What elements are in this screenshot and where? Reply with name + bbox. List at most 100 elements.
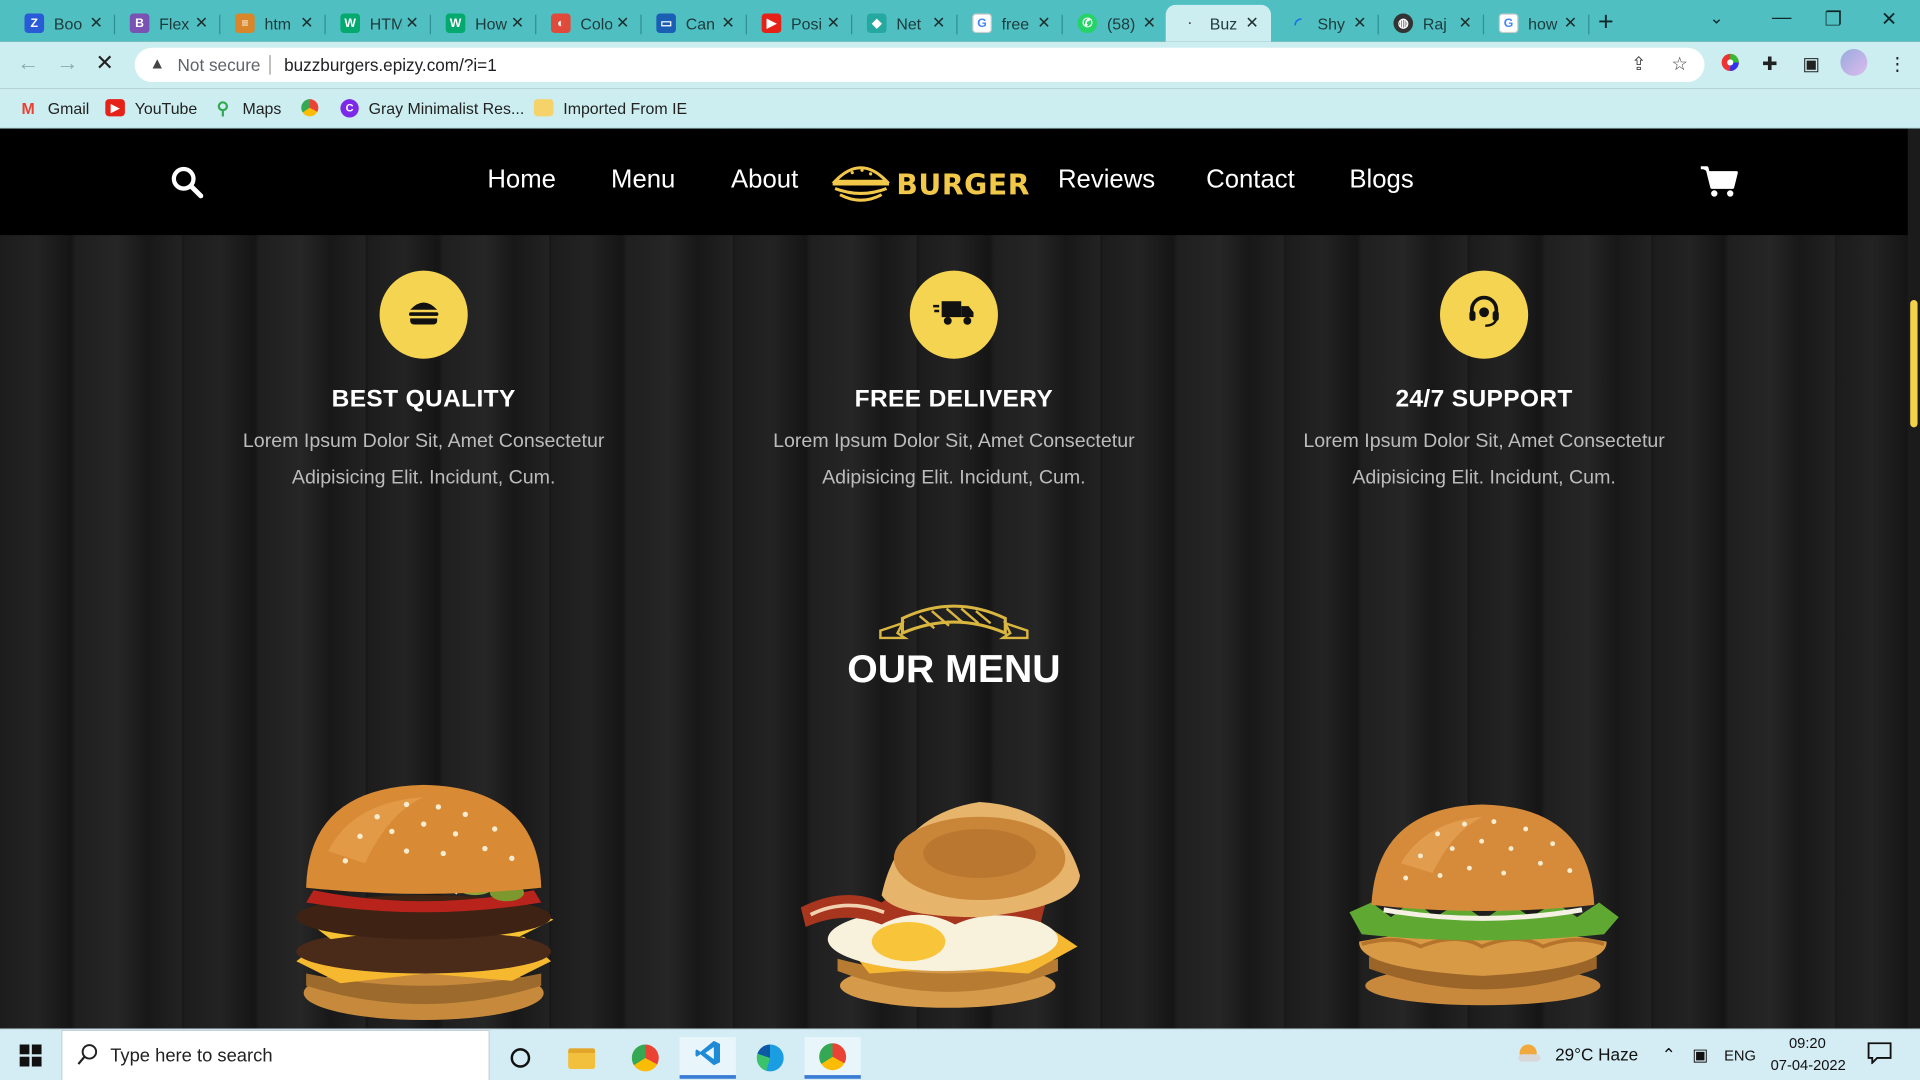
feature-text: Adipisicing Elit. Incidunt, Cum. — [1352, 467, 1616, 489]
nav-contact[interactable]: Contact — [1206, 165, 1295, 194]
browser-tab[interactable]: Z Boo ✕ — [10, 5, 116, 42]
weather-text[interactable]: 29°C Haze — [1555, 1044, 1638, 1064]
windows-start-icon[interactable] — [19, 1044, 42, 1072]
bookmark-folder[interactable]: Imported From IE — [533, 97, 687, 119]
close-tab-icon[interactable]: ✕ — [932, 13, 945, 33]
cheeseburger-image — [296, 784, 554, 1021]
browser-tab[interactable]: Ghow ✕ — [1484, 5, 1590, 42]
browser-toolbar: ← → ✕ ▲ Not secure buzzburgers.epizy.com… — [0, 41, 1920, 89]
browser-tab[interactable]: ◍ Raj ✕ — [1379, 5, 1485, 42]
close-tab-icon[interactable]: ✕ — [195, 13, 208, 33]
close-tab-icon[interactable]: ✕ — [511, 13, 524, 33]
tab-title: how — [1528, 14, 1558, 33]
close-tab-icon[interactable]: ✕ — [1143, 13, 1156, 33]
close-tab-icon[interactable]: ✕ — [1353, 13, 1366, 33]
search-icon[interactable] — [170, 165, 204, 205]
nav-reviews[interactable]: Reviews — [1058, 165, 1155, 194]
close-tab-icon[interactable]: ✕ — [405, 13, 418, 33]
bookmark-youtube[interactable]: ▶ YouTube — [105, 97, 197, 119]
browser-tab[interactable]: ◆ Net ✕ — [852, 5, 958, 42]
side-panel-icon[interactable]: ▣ — [1802, 53, 1819, 75]
forward-icon[interactable]: → — [56, 50, 78, 76]
close-tab-icon[interactable]: ✕ — [1037, 13, 1050, 33]
palette-icon: ◐ — [551, 13, 571, 34]
clock-time[interactable]: 09:20 — [1789, 1035, 1826, 1052]
bookmark-maps[interactable]: ⚲ Maps — [213, 97, 282, 119]
clock-date[interactable]: 07-04-2022 — [1771, 1057, 1846, 1074]
feature-title: 24/7 SUPPORT — [1395, 385, 1573, 413]
browser-tab[interactable]: W HTM ✕ — [326, 5, 432, 42]
language-indicator[interactable]: ENG — [1724, 1047, 1756, 1064]
task-view-button[interactable] — [492, 1037, 548, 1079]
taskbar-file-explorer[interactable] — [553, 1037, 609, 1079]
close-tab-icon[interactable]: ✕ — [616, 13, 629, 33]
extensions-puzzle-icon[interactable]: ✚ — [1762, 53, 1777, 75]
menu-item-breakfast-sandwich[interactable] — [796, 790, 1090, 1019]
taskbar-chrome-active[interactable] — [804, 1037, 861, 1079]
share-icon[interactable]: ⇪ — [1631, 53, 1646, 75]
taskbar-chrome[interactable] — [617, 1037, 673, 1079]
bookmark-gmail[interactable]: M Gmail — [18, 97, 90, 119]
menu-item-chicken-burger[interactable] — [1347, 800, 1619, 1017]
monitor-icon: ▭ — [656, 13, 676, 34]
notifications-icon[interactable] — [1867, 1042, 1892, 1068]
address-bar[interactable]: ▲ Not secure buzzburgers.epizy.com/?i=1 … — [134, 47, 1705, 83]
close-tab-icon[interactable]: ✕ — [721, 13, 734, 33]
cart-icon[interactable] — [1700, 164, 1739, 204]
close-tab-icon[interactable]: ✕ — [1564, 13, 1577, 33]
tab-search-icon[interactable]: ⌄ — [1709, 7, 1723, 28]
site-logo[interactable]: BURGER — [830, 162, 1030, 210]
nav-about[interactable]: About — [731, 165, 798, 194]
feature-free-delivery: FREE DELIVERY Lorem Ipsum Dolor Sit, Ame… — [746, 270, 1162, 498]
restore-icon[interactable]: ❐ — [1824, 7, 1842, 31]
browser-tab[interactable]: ◐ Colo ✕ — [536, 5, 642, 42]
nav-blogs[interactable]: Blogs — [1349, 165, 1413, 194]
browser-tab[interactable]: B Flex ✕ — [115, 5, 221, 42]
browser-tab[interactable]: ✆ (58) ✕ — [1063, 5, 1168, 42]
nav-home[interactable]: Home — [487, 165, 556, 194]
close-tab-icon[interactable]: ✕ — [300, 13, 313, 33]
close-tab-icon[interactable]: ✕ — [1245, 13, 1258, 33]
youtube-icon: ▶ — [761, 13, 782, 34]
folder-icon — [568, 1047, 596, 1069]
color-picker-extension-icon[interactable] — [1720, 53, 1740, 77]
browser-tab[interactable]: W How ✕ — [431, 5, 537, 42]
minimize-icon[interactable]: — — [1772, 7, 1792, 29]
egg-sandwich-image — [800, 802, 1081, 1008]
tray-chevron-icon[interactable]: ⌃ — [1662, 1044, 1676, 1065]
browser-tab[interactable]: ▶ Posi ✕ — [747, 5, 853, 42]
bookmark-star-icon[interactable]: ☆ — [1671, 53, 1687, 75]
browser-tab[interactable]: ◜ Shy ✕ — [1273, 5, 1379, 42]
close-window-icon[interactable]: ✕ — [1881, 7, 1897, 31]
taskbar-edge[interactable] — [742, 1037, 798, 1079]
browser-tab[interactable]: ≡ htm ✕ — [220, 5, 326, 42]
whatsapp-icon: ✆ — [1077, 13, 1098, 34]
browser-tab-active[interactable]: · Buz ✕ — [1165, 4, 1272, 42]
tab-strip: Z Boo ✕ B Flex ✕ ≡ htm ✕ W HTM ✕ W How ✕ ◐ Colo ✕ ▭ C… — [0, 0, 1920, 42]
nav-menu[interactable]: Menu — [611, 165, 675, 194]
menu-item-double-cheeseburger[interactable] — [279, 778, 568, 1029]
weather-icon — [1516, 1042, 1543, 1068]
close-tab-icon[interactable]: ✕ — [1458, 13, 1471, 33]
close-tab-icon[interactable]: ✕ — [827, 13, 840, 33]
browser-tab[interactable]: ▭ Can ✕ — [642, 5, 747, 42]
bookmark-canva[interactable]: C Gray Minimalist Res... — [340, 97, 524, 119]
page-scrollbar[interactable] — [1907, 128, 1920, 1029]
menu-kebab-icon[interactable]: ⋮ — [1888, 53, 1906, 75]
network-icon[interactable]: ▣ — [1692, 1044, 1708, 1065]
bookmark-chrome[interactable] — [301, 97, 328, 119]
canva-icon: C — [340, 98, 359, 117]
profile-avatar[interactable] — [1840, 48, 1868, 76]
close-tab-icon[interactable]: ✕ — [90, 13, 103, 33]
zoho-icon: Z — [24, 13, 45, 34]
taskbar-search-box[interactable]: Type here to search — [61, 1029, 490, 1080]
logo-text: BURGER — [896, 169, 1031, 202]
stop-loading-icon[interactable]: ✕ — [96, 50, 114, 76]
browser-tab[interactable]: Gfree ✕ — [958, 5, 1063, 42]
url-text[interactable]: buzzburgers.epizy.com/?i=1 — [284, 55, 497, 75]
maps-icon: ⚲ — [216, 97, 230, 117]
taskbar-vscode[interactable] — [679, 1037, 736, 1079]
new-tab-icon[interactable]: + — [1598, 6, 1614, 38]
scrollbar-thumb[interactable] — [1910, 300, 1918, 428]
back-icon[interactable]: ← — [17, 50, 39, 76]
